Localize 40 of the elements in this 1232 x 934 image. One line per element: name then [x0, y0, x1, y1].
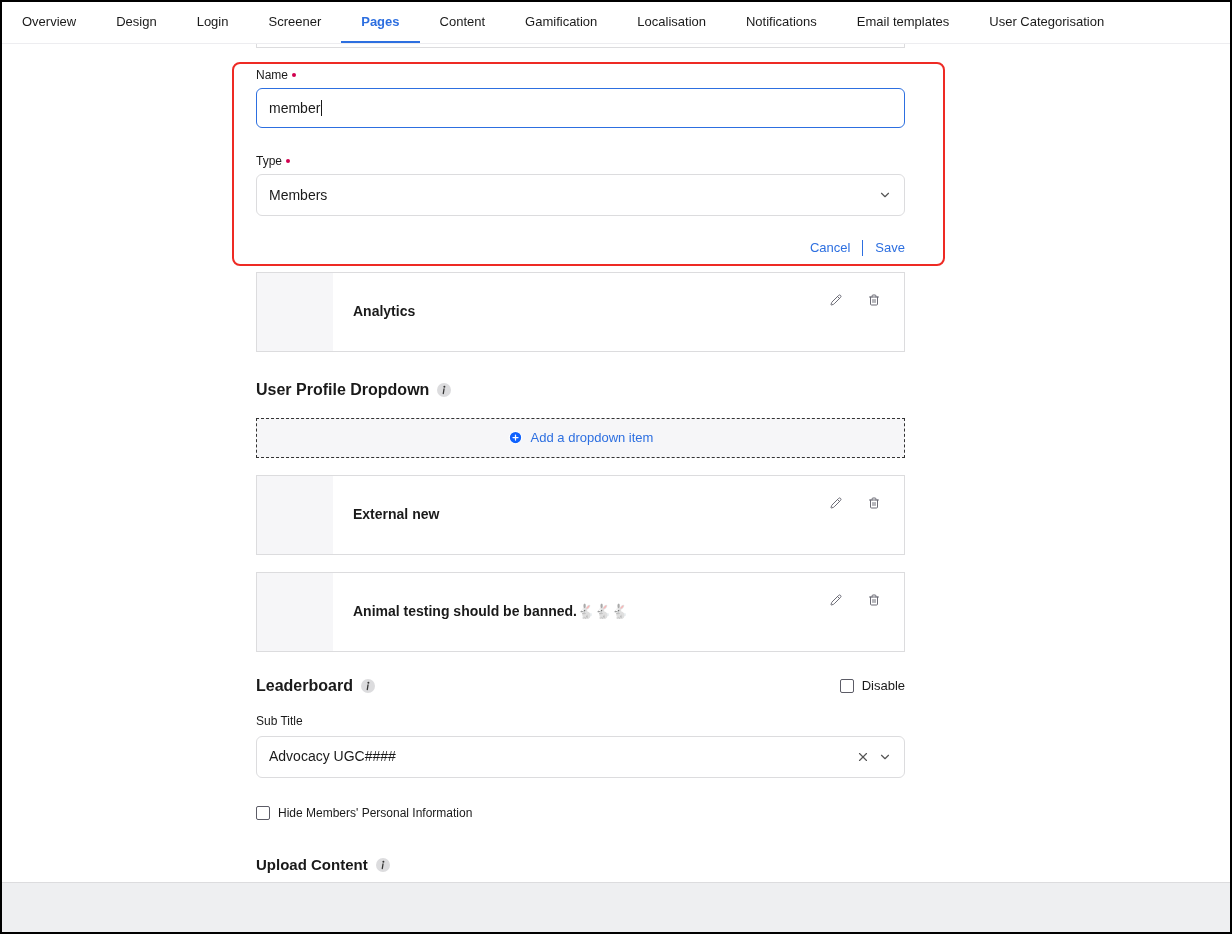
tab[interactable]: Gamification — [505, 2, 618, 43]
type-select[interactable]: Members — [256, 174, 905, 216]
checkbox-label: Hide Members' Personal Information — [278, 804, 473, 822]
field-label: Name — [256, 67, 288, 84]
add-dropdown-item-button[interactable]: Add a dropdown item — [256, 417, 905, 458]
tab[interactable]: Login — [176, 2, 249, 43]
tab[interactable]: Screener — [248, 2, 342, 43]
info-icon — [360, 678, 375, 693]
info-icon — [375, 857, 390, 872]
delete-icon[interactable] — [868, 593, 880, 606]
info-icon — [437, 382, 452, 397]
save-link[interactable]: Save — [875, 238, 905, 258]
tab[interactable]: Design — [96, 2, 177, 43]
tab[interactable]: Localisation — [617, 2, 726, 43]
sub-title-select[interactable]: Advocacy UGC#### — [256, 735, 905, 778]
tab[interactable]: Overview — [2, 2, 97, 43]
plus-icon — [507, 430, 523, 445]
field-label: Sub Title — [256, 712, 304, 730]
section-heading: Leaderboard — [256, 675, 353, 696]
section-heading: Upload Content — [256, 854, 368, 875]
tab[interactable]: Notifications — [726, 2, 837, 43]
delete-icon[interactable] — [868, 293, 880, 306]
tab[interactable]: User Categorisation — [969, 2, 1125, 43]
tab[interactable]: Pages — [341, 2, 420, 43]
dropdown-item-title: Animal testing should be banned.🐇🐇🐇 — [353, 602, 629, 621]
dropdown-item-title: External new — [353, 505, 441, 524]
checkbox[interactable] — [839, 678, 854, 693]
edit-icon[interactable] — [830, 293, 842, 306]
cancel-link[interactable]: Cancel — [809, 238, 851, 258]
tab[interactable]: Email templates — [836, 2, 970, 43]
checkbox[interactable] — [256, 805, 270, 820]
edit-icon[interactable] — [830, 593, 842, 606]
delete-icon[interactable] — [868, 496, 880, 509]
field-label: Type — [256, 153, 282, 170]
page-title: Analytics — [353, 302, 417, 321]
section-heading: User Profile Dropdown — [256, 379, 430, 400]
checkbox-label: Disable — [861, 676, 905, 695]
tab[interactable]: Content — [419, 2, 506, 43]
name-input[interactable]: member — [256, 88, 905, 128]
edit-icon[interactable] — [830, 496, 842, 509]
